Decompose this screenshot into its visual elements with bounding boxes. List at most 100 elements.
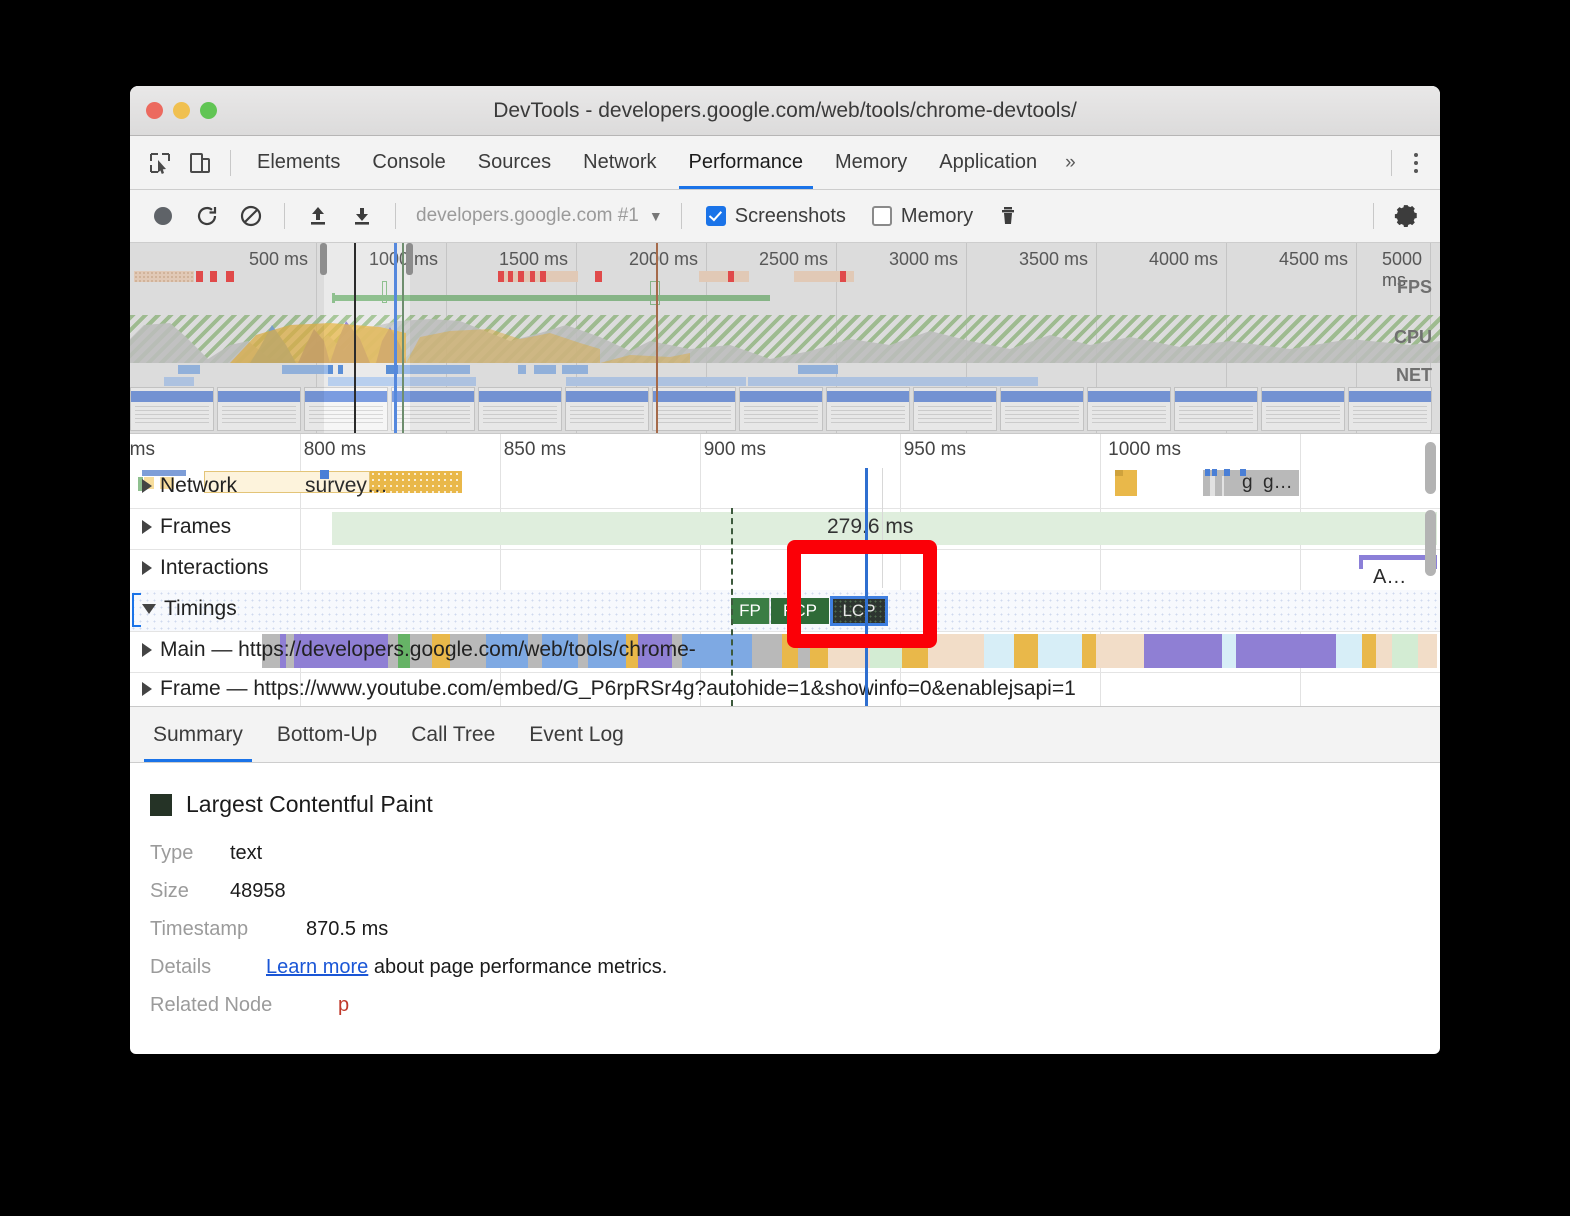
summary-details-pane: Largest Contentful Paint Type text Size … — [130, 763, 1440, 1016]
track-title-frame[interactable]: Frame — https://www.youtube.com/embed/G_… — [142, 677, 1076, 701]
flamechart-tick-ms: ms — [130, 439, 155, 460]
track-label-main: Main — https://developers.google.com/web… — [160, 638, 696, 661]
delete-icon[interactable] — [987, 196, 1029, 236]
track-frames[interactable]: 279.6 ms Frames — [130, 508, 1440, 550]
detail-key-size: Size — [150, 880, 189, 902]
gear-icon[interactable] — [1386, 196, 1428, 236]
overview-dim-right — [410, 243, 1440, 433]
detail-key-details: Details — [150, 956, 212, 978]
tab-sources[interactable]: Sources — [462, 136, 567, 189]
expand-triangle-icon[interactable] — [142, 561, 152, 575]
flamechart-ruler: ms 800 ms 850 ms 900 ms 950 ms 1000 ms — [130, 434, 1440, 706]
performance-toolbar: developers.google.com #1 ▼ Screenshots M… — [130, 190, 1440, 243]
learn-more-link[interactable]: Learn more — [266, 956, 368, 978]
overview-dim-left — [130, 243, 324, 433]
detail-row-details: Details Learn more about page performanc… — [150, 956, 1420, 979]
track-timings[interactable]: FP FCP LCP Timings — [130, 590, 1440, 632]
detail-row-related-node: Related Node p — [150, 994, 1420, 1017]
flamechart-tick-800: 800 ms — [303, 439, 366, 460]
tab-console[interactable]: Console — [356, 136, 461, 189]
expand-triangle-icon[interactable] — [142, 520, 152, 534]
perf-divider-2 — [395, 203, 396, 229]
track-title-timings[interactable]: Timings — [142, 597, 237, 621]
reload-and-record-icon[interactable] — [186, 196, 228, 236]
record-circle-icon[interactable] — [142, 196, 184, 236]
window-titlebar: DevTools - developers.google.com/web/too… — [130, 86, 1440, 136]
save-profile-icon[interactable] — [341, 196, 383, 236]
perf-divider-3 — [680, 203, 682, 229]
tab-event-log[interactable]: Event Log — [512, 707, 641, 762]
overview-handle-right[interactable] — [406, 243, 413, 275]
more-tabs-icon[interactable]: » — [1053, 136, 1088, 189]
tab-performance[interactable]: Performance — [673, 136, 820, 189]
screenshots-checkbox[interactable]: Screenshots — [694, 205, 858, 228]
tab-memory[interactable]: Memory — [819, 136, 923, 189]
detail-details-rest: about page performance metrics. — [368, 956, 668, 978]
timings-selection-bracket — [132, 593, 141, 627]
track-title-frames[interactable]: Frames — [142, 515, 231, 539]
collapse-triangle-icon[interactable] — [142, 604, 156, 614]
track-label-frames: Frames — [160, 515, 232, 538]
flame-chart[interactable]: ms 800 ms 850 ms 900 ms 950 ms 1000 ms g… — [130, 434, 1440, 707]
tabstrip-divider-right — [1391, 149, 1392, 176]
details-tabstrip: Summary Bottom-Up Call Tree Event Log — [130, 707, 1440, 763]
device-toolbar-icon[interactable] — [180, 144, 220, 182]
tab-elements[interactable]: Elements — [241, 136, 356, 189]
track-title-main[interactable]: Main — https://developers.google.com/web… — [142, 638, 696, 662]
track-frame[interactable]: Frame — https://www.youtube.com/embed/G_… — [130, 672, 1440, 706]
event-color-swatch — [150, 793, 172, 816]
memory-checkbox[interactable]: Memory — [860, 205, 985, 228]
tab-summary[interactable]: Summary — [136, 707, 260, 762]
flamechart-scrollbar-top[interactable] — [1425, 442, 1436, 494]
track-label-interactions: Interactions — [160, 556, 269, 579]
minimize-button[interactable] — [173, 102, 190, 119]
track-main[interactable]: Main — https://developers.google.com/web… — [130, 631, 1440, 673]
details-header: Largest Contentful Paint — [150, 791, 1420, 818]
overview-marker-blue — [394, 243, 397, 433]
tab-network[interactable]: Network — [567, 136, 672, 189]
expand-triangle-icon[interactable] — [142, 682, 152, 696]
chevron-down-icon[interactable]: ▼ — [649, 208, 669, 224]
interactions-event-label: A… — [1373, 566, 1407, 588]
tab-bottom-up[interactable]: Bottom-Up — [260, 707, 394, 762]
detail-value-type: text — [230, 842, 263, 864]
detail-value-related-node[interactable]: p — [338, 994, 349, 1017]
track-label-network: Network — [160, 474, 238, 497]
frames-duration-label: 279.6 ms — [827, 515, 914, 538]
network-overlay-text: survey… — [305, 474, 388, 497]
kebab-menu-icon[interactable] — [1402, 146, 1430, 180]
details-title: Largest Contentful Paint — [186, 791, 433, 817]
perf-divider-1 — [284, 203, 285, 229]
detail-row-timestamp: Timestamp 870.5 ms — [150, 918, 1420, 941]
close-button[interactable] — [146, 102, 163, 119]
window-controls — [130, 102, 217, 119]
detail-row-type: Type text — [150, 842, 1420, 865]
expand-triangle-icon[interactable] — [142, 479, 152, 493]
devtools-tabstrip: Elements Console Sources Network Perform… — [130, 136, 1440, 190]
flamechart-scrollbar-main[interactable] — [1425, 510, 1436, 576]
detail-row-size: Size 48958 — [150, 880, 1420, 903]
inspect-element-icon[interactable] — [140, 144, 180, 182]
overview-handle-left[interactable] — [320, 243, 327, 275]
timeline-overview[interactable]: 500 ms 1000 ms 1500 ms 2000 ms 2500 ms 3… — [130, 243, 1440, 434]
memory-checkbox-box[interactable] — [871, 206, 892, 226]
load-profile-icon[interactable] — [297, 196, 339, 236]
panel-tabs: Elements Console Sources Network Perform… — [241, 136, 1088, 189]
maximize-button[interactable] — [200, 102, 217, 119]
track-interactions[interactable]: A… Interactions — [130, 549, 1440, 591]
flamechart-tick-1000: 1000 ms — [1108, 439, 1181, 460]
tab-call-tree[interactable]: Call Tree — [394, 707, 512, 762]
track-label-frame: Frame — https://www.youtube.com/embed/G_… — [160, 677, 1076, 700]
tab-application[interactable]: Application — [923, 136, 1053, 189]
devtools-window: DevTools - developers.google.com/web/too… — [130, 86, 1440, 1054]
track-title-network[interactable]: Network survey… — [142, 474, 388, 498]
track-network[interactable]: g g… Network survey… — [130, 468, 1440, 509]
clear-recording-icon[interactable] — [230, 196, 272, 236]
expand-triangle-icon[interactable] — [142, 643, 152, 657]
timing-marker-fp[interactable]: FP — [731, 598, 770, 624]
profile-select-value[interactable]: developers.google.com #1 — [408, 205, 647, 227]
track-title-interactions[interactable]: Interactions — [142, 556, 269, 580]
flamechart-tick-900: 900 ms — [703, 439, 766, 460]
flamechart-tick-950: 950 ms — [903, 439, 966, 460]
screenshots-checkbox-box[interactable] — [705, 206, 726, 226]
